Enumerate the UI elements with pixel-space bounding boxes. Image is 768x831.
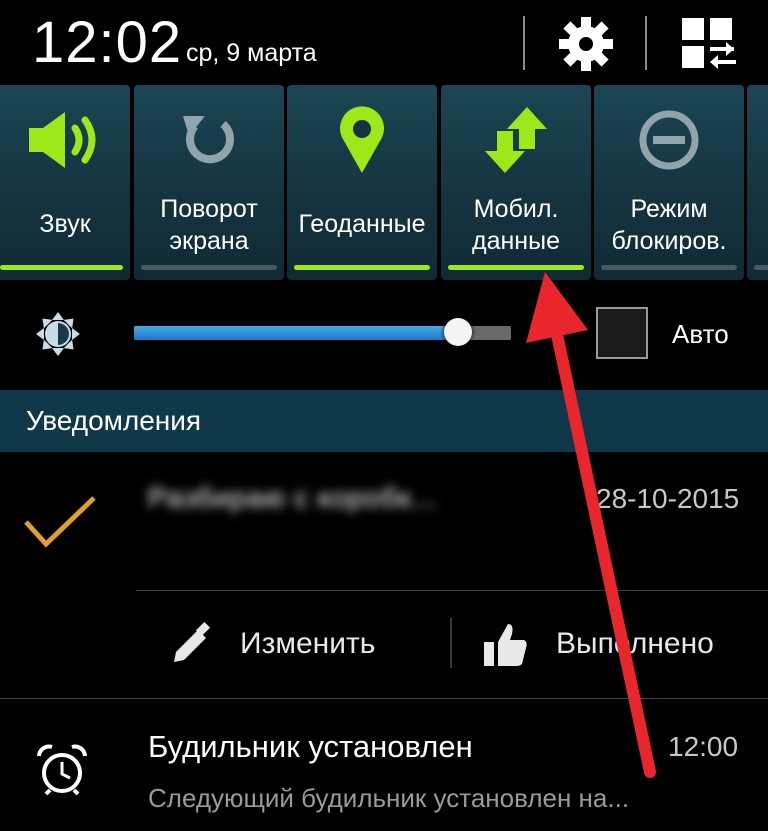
- alarm-clock-icon: [36, 744, 88, 796]
- divider: [0, 698, 768, 699]
- thumbs-up-icon: [480, 620, 530, 668]
- toggle-mobile-data[interactable]: Мобил. данные: [441, 85, 591, 280]
- grid-arrows-icon[interactable]: [678, 14, 738, 74]
- alarm-subtitle: Следующий будильник установлен на...: [148, 783, 630, 813]
- notifications-header-label: Уведомления: [26, 405, 202, 436]
- action-separator: [450, 618, 452, 668]
- auto-brightness-label: Авто: [672, 319, 729, 349]
- alarm-title: Будильник установлен: [148, 729, 473, 764]
- block-mode-icon: [594, 105, 744, 175]
- toggle-indicator: [0, 265, 123, 270]
- brightness-slider-thumb[interactable]: [444, 318, 473, 346]
- task-title: Разбираю с коробк...: [148, 482, 438, 513]
- edit-action-button[interactable]: Изменить: [160, 612, 440, 676]
- toggle-label: Поворот экрана: [160, 195, 258, 255]
- toggle-location[interactable]: Геоданные: [287, 85, 437, 280]
- location-pin-icon: [287, 105, 437, 175]
- toggle-blocking-mode[interactable]: Режим блокиров.: [594, 85, 744, 280]
- rotate-icon: [134, 105, 284, 175]
- done-action-button[interactable]: Выполнено: [480, 612, 768, 676]
- header-separator: [523, 16, 525, 70]
- speaker-icon: [0, 105, 130, 175]
- toggle-label: Звук: [39, 210, 91, 238]
- toggle-indicator: [754, 265, 768, 270]
- quick-settings-panel: Звук Поворот экрана Геоданные Мобил. дан…: [0, 85, 768, 280]
- header-separator: [645, 16, 647, 70]
- date: ср, 9 марта: [186, 39, 317, 67]
- clock: 12:02: [32, 10, 183, 75]
- brightness-icon: [34, 310, 82, 358]
- divider: [136, 590, 768, 591]
- toggle-label: Геоданные: [298, 210, 426, 238]
- toggle-indicator: [141, 265, 277, 270]
- task-date: 28-10-2015: [596, 483, 740, 514]
- toggle-label: Мобил. данные: [472, 195, 560, 255]
- gear-icon[interactable]: [556, 14, 616, 74]
- done-action-label: Выполнено: [556, 627, 714, 660]
- data-arrows-icon: [441, 105, 591, 175]
- toggle-rotation[interactable]: Поворот экрана: [134, 85, 284, 280]
- notifications-header: Уведомления: [0, 390, 768, 452]
- auto-brightness-checkbox[interactable]: [596, 307, 648, 359]
- pencil-icon: [168, 621, 212, 666]
- toggle-indicator: [448, 265, 584, 270]
- edit-action-label: Изменить: [240, 627, 376, 660]
- toggle-indicator: [294, 265, 430, 270]
- toggle-sound[interactable]: Звук: [0, 85, 130, 280]
- alarm-time: 12:00: [668, 731, 739, 762]
- toggle-partial[interactable]: [747, 85, 768, 280]
- toggle-label: Режим блокиров.: [611, 195, 727, 255]
- toggle-indicator: [601, 265, 737, 270]
- brightness-slider-fill: [134, 326, 459, 340]
- checkmark-icon: [22, 494, 98, 550]
